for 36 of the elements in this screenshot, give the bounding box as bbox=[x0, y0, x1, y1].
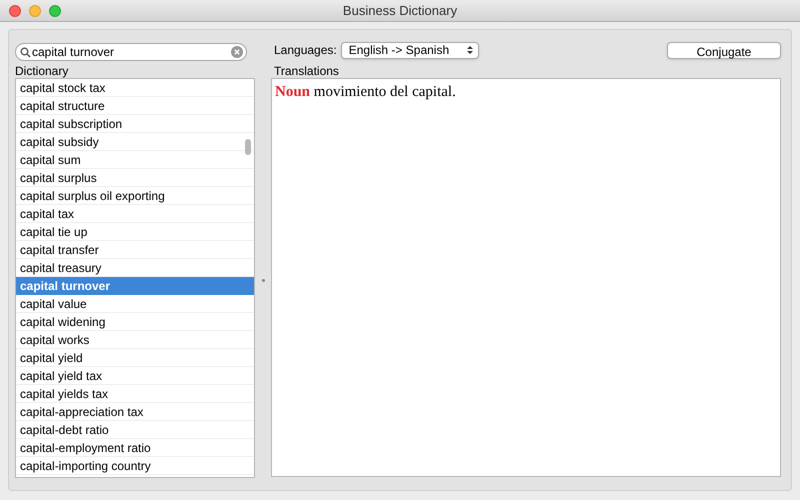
dictionary-item[interactable]: capital yield tax bbox=[16, 367, 254, 385]
dictionary-item[interactable]: capital-debt ratio bbox=[16, 421, 254, 439]
dictionary-item[interactable]: capital stock tax bbox=[16, 79, 254, 97]
dictionary-item[interactable]: capital surplus oil exporting bbox=[16, 187, 254, 205]
dictionary-item[interactable]: capital tax bbox=[16, 205, 254, 223]
dictionary-label: Dictionary bbox=[15, 64, 70, 78]
search-field[interactable]: capital turnover bbox=[15, 43, 247, 61]
window-title: Business Dictionary bbox=[342, 2, 458, 20]
splitter-handle[interactable] bbox=[262, 278, 265, 282]
dictionary-item[interactable]: capital structure bbox=[16, 97, 254, 115]
clear-icon[interactable] bbox=[231, 46, 243, 58]
dictionary-item[interactable]: capital transfer bbox=[16, 241, 254, 259]
dictionary-item[interactable]: capital surplus bbox=[16, 169, 254, 187]
translation-text: Noun movimiento del capital. bbox=[275, 83, 457, 102]
scrollbar-thumb[interactable] bbox=[245, 139, 251, 155]
stepper-icon bbox=[466, 45, 473, 55]
close-button[interactable] bbox=[9, 4, 21, 16]
dictionary-item[interactable]: capital-appreciation tax bbox=[16, 403, 254, 421]
dictionary-item[interactable]: capital yield bbox=[16, 349, 254, 367]
minimize-button[interactable] bbox=[29, 4, 41, 16]
dictionary-item[interactable]: capital subscription bbox=[16, 115, 254, 133]
translations-label: Translations bbox=[274, 64, 340, 78]
dictionary-item[interactable]: capital sum bbox=[16, 151, 254, 169]
languages-label: Languages: bbox=[274, 42, 337, 59]
conjugate-button[interactable]: Conjugate bbox=[667, 42, 781, 58]
dictionary-item[interactable]: capital tie up bbox=[16, 223, 254, 241]
dictionary-item[interactable]: capital turnover bbox=[16, 277, 254, 295]
languages-dropdown[interactable]: English -> Spanish bbox=[340, 42, 479, 58]
dictionary-item[interactable]: capital yields tax bbox=[16, 385, 254, 403]
dictionary-item[interactable]: capital-importing country bbox=[16, 457, 254, 475]
dictionary-item[interactable]: capital value bbox=[16, 295, 254, 313]
dictionary-item[interactable]: capital-employment ratio bbox=[16, 439, 254, 457]
search-icon bbox=[20, 47, 31, 58]
zoom-button[interactable] bbox=[49, 4, 61, 16]
dictionary-item[interactable]: capital widening bbox=[16, 313, 254, 331]
dictionary-item[interactable]: capital works bbox=[16, 331, 254, 349]
